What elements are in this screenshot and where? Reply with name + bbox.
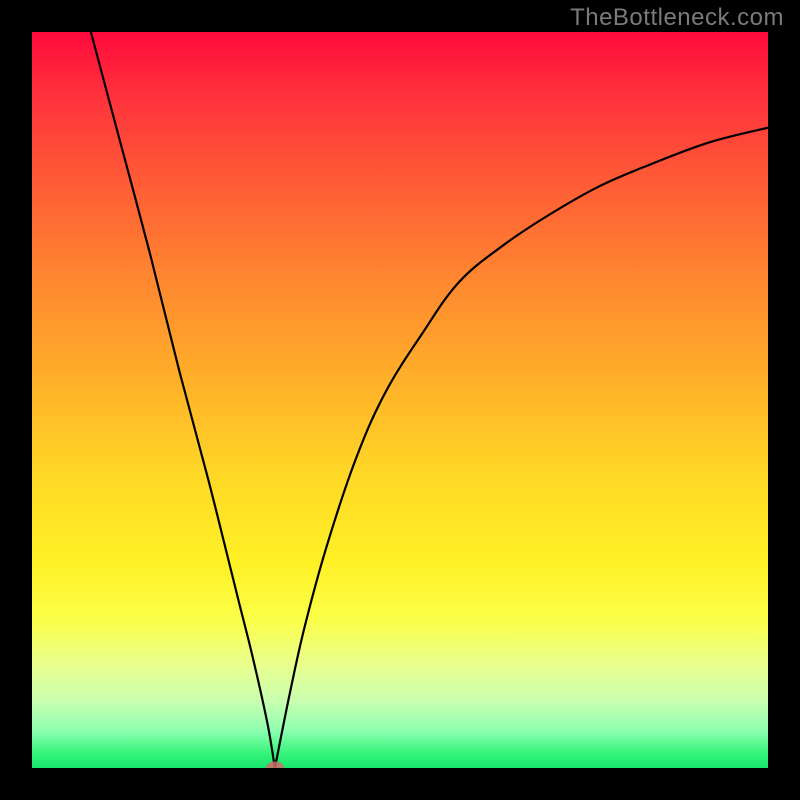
- minimum-marker: [266, 762, 284, 769]
- curve-layer: [32, 32, 768, 768]
- plot-area: [32, 32, 768, 768]
- watermark-text: TheBottleneck.com: [570, 4, 784, 32]
- curve-left-branch: [91, 32, 275, 768]
- curve-right-branch: [275, 128, 768, 768]
- chart-frame: TheBottleneck.com: [0, 0, 800, 800]
